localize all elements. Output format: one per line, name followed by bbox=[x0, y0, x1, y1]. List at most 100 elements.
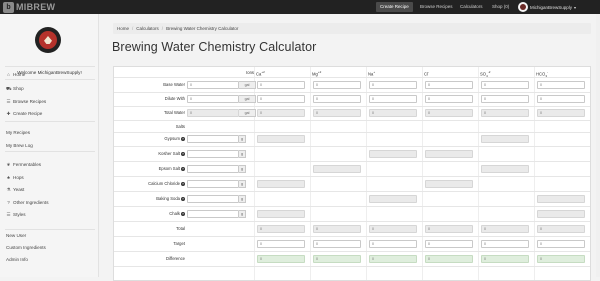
flask-icon: ⚗ bbox=[6, 187, 11, 192]
hop-icon: ♣ bbox=[6, 175, 10, 180]
help-icon[interactable]: ? bbox=[181, 196, 185, 201]
ion-header-na: Na+ bbox=[368, 70, 375, 76]
sidebar: Welcome MichiganBrewSupply! ⌂ Home ⛟ Shop ☰ B… bbox=[0, 14, 99, 277]
breadcrumb-calculators[interactable]: Calculators bbox=[136, 26, 159, 31]
sidebar-item-other-ingredients[interactable]: ? Other Ingredients bbox=[6, 200, 48, 205]
target-ion-value[interactable]: 0 bbox=[425, 240, 473, 248]
logo[interactable]: b MIBREW bbox=[3, 1, 55, 13]
shop-link[interactable]: Shop (0) bbox=[492, 3, 509, 11]
sidebar-item-create-recipe[interactable]: ✚ Create Recipe bbox=[6, 111, 43, 116]
target-ion-value[interactable]: 0 bbox=[481, 240, 529, 248]
create-recipe-button[interactable]: Create Recipe bbox=[376, 2, 413, 12]
volume-input[interactable]: 0 bbox=[187, 81, 239, 89]
total-ion-value: 0 bbox=[425, 225, 473, 233]
target-ion-value[interactable]: 0 bbox=[369, 240, 417, 248]
sidebar-item-my-recipes[interactable]: My Recipes bbox=[6, 130, 30, 135]
difference-ion-value: 0 bbox=[369, 255, 417, 263]
sidebar-item-my-brew-log[interactable]: My Brew Log bbox=[6, 143, 33, 148]
row-divider bbox=[114, 191, 590, 192]
unit-addon: gal bbox=[239, 95, 256, 103]
salt-amount-input[interactable] bbox=[187, 195, 239, 203]
ion-charge: +2 bbox=[317, 70, 322, 74]
grain-icon: ❦ bbox=[6, 162, 11, 167]
cart-icon: ⛟ bbox=[6, 86, 12, 91]
ion-input[interactable]: 0 bbox=[257, 81, 305, 89]
ion-header-mg: Mg+2 bbox=[312, 70, 321, 76]
ion-input[interactable]: 0 bbox=[369, 81, 417, 89]
salt-amount-input[interactable] bbox=[187, 150, 239, 158]
sidebar-item-home[interactable]: ⌂ Home bbox=[6, 72, 25, 77]
row-divider bbox=[114, 266, 590, 267]
row-label-chalk: Chalk? bbox=[169, 211, 185, 216]
unit-addon: gal bbox=[239, 109, 256, 117]
sidebar-item-admin-info[interactable]: Admin Info bbox=[6, 257, 28, 262]
ion-input[interactable]: 0 bbox=[369, 95, 417, 103]
row-divider bbox=[114, 106, 590, 107]
row-divider bbox=[114, 236, 590, 237]
sidebar-item-hops[interactable]: ♣ Hops bbox=[6, 175, 24, 180]
ion-input[interactable]: 0 bbox=[537, 95, 585, 103]
salt-ion-contribution bbox=[313, 165, 361, 173]
ion-charge: - bbox=[546, 70, 548, 74]
ion-input[interactable]: 0 bbox=[313, 95, 361, 103]
sidebar-item-browse-recipes[interactable]: ☰ Browse Recipes bbox=[6, 99, 46, 104]
salt-amount-input[interactable] bbox=[187, 210, 239, 218]
ion-header-ca: Ca+2 bbox=[256, 70, 265, 76]
help-icon[interactable]: ? bbox=[181, 151, 185, 156]
help-icon[interactable]: ? bbox=[181, 181, 185, 186]
ion-input[interactable]: 0 bbox=[313, 81, 361, 89]
ion-input[interactable]: 0 bbox=[425, 81, 473, 89]
row-label-total-water: Total Water bbox=[163, 110, 185, 115]
row-label-baking-soda: Baking Soda? bbox=[156, 196, 185, 201]
row-label-calcium-chloride: Calcium Chloride? bbox=[148, 181, 185, 186]
target-ion-value[interactable]: 0 bbox=[257, 240, 305, 248]
ions-header: Ions bbox=[246, 70, 254, 75]
ion-charge: - bbox=[427, 70, 429, 74]
target-ion-value[interactable]: 0 bbox=[313, 240, 361, 248]
column-divider bbox=[422, 67, 423, 280]
sidebar-item-yeast[interactable]: ⚗ Yeast bbox=[6, 187, 24, 192]
ion-header-cl: Cl- bbox=[424, 70, 429, 76]
ion-input[interactable]: 0 bbox=[537, 81, 585, 89]
salt-amount-input[interactable] bbox=[187, 165, 239, 173]
user-menu[interactable]: MichiganBrewSupply ▾ bbox=[518, 1, 576, 13]
ion-input[interactable]: 0 bbox=[425, 95, 473, 103]
help-icon[interactable]: ? bbox=[181, 166, 185, 171]
avatar bbox=[518, 2, 528, 12]
row-label-dilute-with: Dilute With bbox=[164, 96, 185, 101]
sidebar-item-label: Home bbox=[13, 72, 26, 77]
volume-input[interactable]: 0 bbox=[187, 95, 239, 103]
browse-recipes-link[interactable]: Browse Recipes bbox=[420, 3, 453, 11]
sidebar-item-label: New User bbox=[6, 233, 27, 238]
scrollbar[interactable] bbox=[596, 14, 600, 277]
breadcrumb-home[interactable]: Home bbox=[117, 26, 129, 31]
target-ion-value[interactable]: 0 bbox=[537, 240, 585, 248]
salt-amount-input[interactable] bbox=[187, 135, 239, 143]
sidebar-item-label: Hops bbox=[13, 175, 24, 180]
salt-ion-contribution bbox=[257, 180, 305, 188]
sidebar-item-styles[interactable]: ☰ Styles bbox=[6, 212, 25, 217]
salt-ion-contribution bbox=[369, 195, 417, 203]
divider bbox=[5, 229, 95, 230]
ion-input: 0 bbox=[313, 109, 361, 117]
ion-input[interactable]: 0 bbox=[257, 95, 305, 103]
unit-addon: gal bbox=[239, 81, 256, 89]
sidebar-item-new-user[interactable]: New User bbox=[6, 233, 26, 238]
calculators-link[interactable]: Calculators bbox=[460, 3, 483, 11]
top-navbar: b MIBREW Create Recipe Browse Recipes Ca… bbox=[0, 0, 600, 14]
sidebar-item-shop[interactable]: ⛟ Shop bbox=[6, 86, 24, 91]
row-divider bbox=[114, 92, 590, 93]
logo-glyph: b bbox=[6, 3, 11, 11]
help-icon[interactable]: ? bbox=[181, 136, 185, 141]
salt-ion-contribution bbox=[537, 210, 585, 218]
salt-amount-input[interactable] bbox=[187, 180, 239, 188]
row-label-base-water: Base Water bbox=[163, 82, 185, 87]
sidebar-item-label: Yeast bbox=[13, 187, 25, 192]
ion-input[interactable]: 0 bbox=[481, 81, 529, 89]
sidebar-item-custom-ingredients[interactable]: Custom Ingredients bbox=[6, 245, 46, 250]
sidebar-item-fermentables[interactable]: ❦ Fermentables bbox=[6, 162, 42, 167]
help-icon[interactable]: ? bbox=[181, 211, 185, 216]
question-icon: ? bbox=[7, 200, 10, 205]
ion-input[interactable]: 0 bbox=[481, 95, 529, 103]
salt-ion-contribution bbox=[369, 150, 417, 158]
